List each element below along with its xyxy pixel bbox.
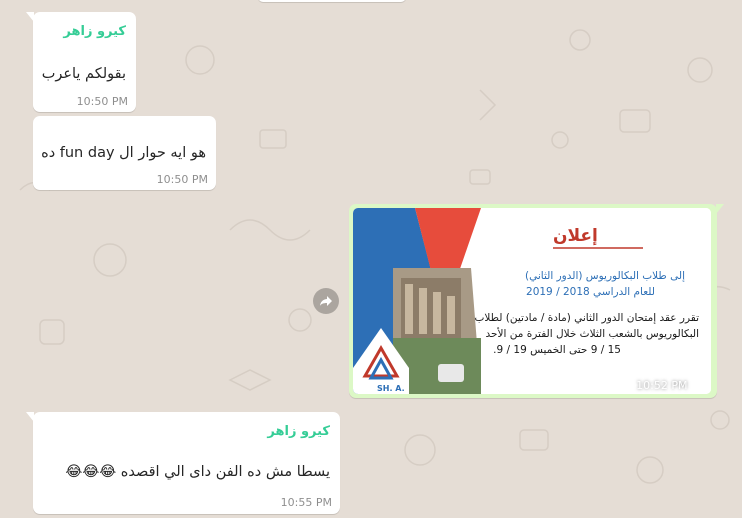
poster-line: إلى طلاب البكالوريوس (الدور الثاني)	[525, 270, 685, 282]
announcement-image[interactable]: SH. A. إعلان إلى طلاب البكالوريوس (الدور…	[353, 208, 711, 394]
image-message-time: 10:52 PM	[636, 379, 707, 392]
poster-line: البكالوريوس بالشعب الثلاث خلال الفترة من…	[485, 328, 699, 340]
incoming-message[interactable]: هو ايه حوار ال fun day ده 10:50 PM	[33, 116, 216, 190]
message-time: 10:55 PM	[280, 496, 332, 509]
sender-name[interactable]: كيرو زاهر	[63, 24, 126, 39]
poster-line: 15 / 9 حتى الخميس 19 / 9.	[493, 344, 621, 356]
bubble-tail	[716, 204, 724, 214]
bubble-tail	[26, 12, 34, 22]
message-text: هو ايه حوار ال fun day ده	[41, 145, 206, 161]
poster-title: إعلان	[553, 226, 598, 246]
message-time: 10:50 PM	[156, 173, 208, 186]
message-time: 10:50 PM	[76, 95, 128, 108]
bubble-tail	[26, 412, 34, 422]
message-text: بقولكم ياعرب	[41, 66, 126, 82]
incoming-message[interactable]: كيرو زاهر يسطا مش ده الفن داى الي اقصده …	[26, 412, 340, 514]
forward-button[interactable]	[313, 288, 339, 314]
poster-line: للعام الدراسي 2018 / 2019	[526, 286, 655, 298]
message-time: 10:52 PM	[636, 379, 688, 392]
poster-logo-text: SH. A.	[377, 384, 405, 393]
message-text: يسطا مش ده الفن داى الي اقصده 😂😂😂	[65, 464, 330, 480]
double-check-icon	[693, 380, 706, 390]
clipped-message	[258, 0, 406, 2]
poster-graphic	[353, 208, 711, 394]
outgoing-image-message[interactable]: SH. A. إعلان إلى طلاب البكالوريوس (الدور…	[349, 204, 724, 398]
incoming-message[interactable]: كيرو زاهر بقولكم ياعرب 10:50 PM	[26, 12, 136, 112]
forward-icon	[320, 296, 332, 306]
poster-line: تقرر عقد إمتحان الدور الثاني (مادة / ماد…	[474, 312, 700, 324]
sender-name[interactable]: كيرو زاهر	[267, 424, 330, 439]
